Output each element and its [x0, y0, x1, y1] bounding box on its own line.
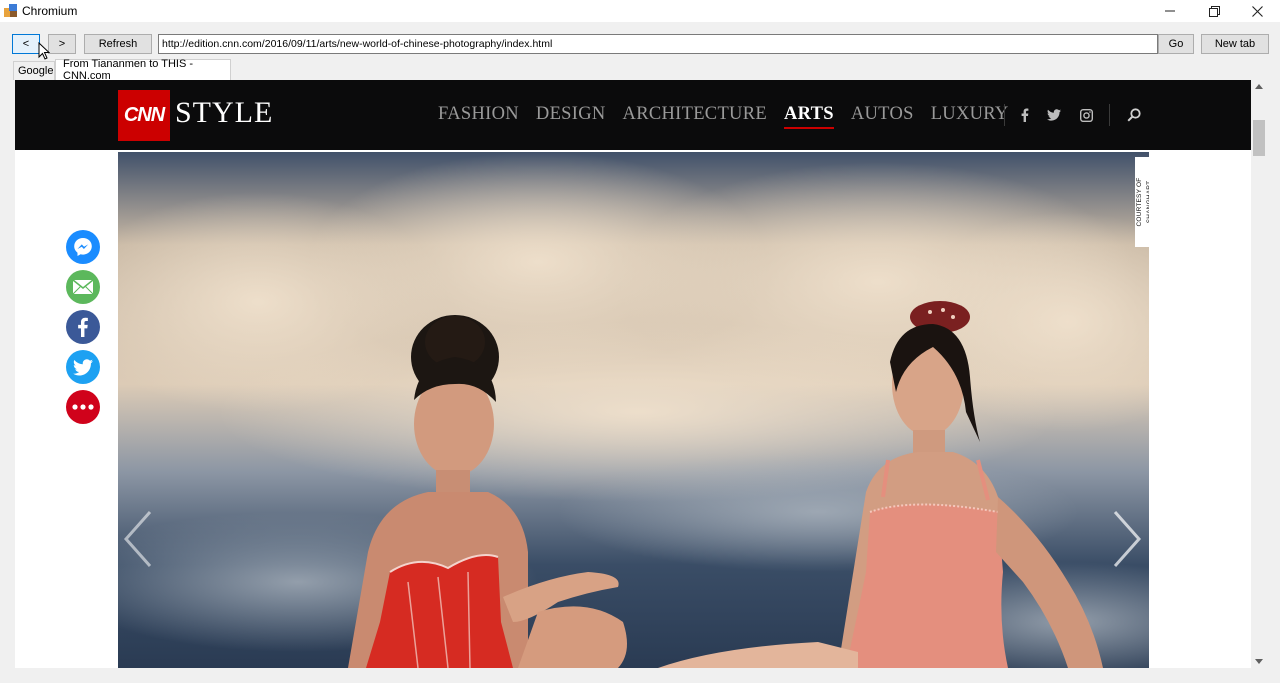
vertical-scrollbar[interactable]	[1251, 80, 1267, 668]
close-button[interactable]	[1237, 0, 1277, 22]
scrollbar-thumb[interactable]	[1253, 120, 1265, 156]
cnn-logo[interactable]: CNN	[118, 90, 170, 141]
new-tab-button[interactable]: New tab	[1201, 34, 1269, 54]
search-icon	[1127, 108, 1141, 122]
nav-architecture[interactable]: ARCHITECTURE	[623, 104, 767, 125]
window-title-bar: Chromium	[0, 0, 1280, 22]
tab-google[interactable]: Google	[13, 61, 55, 80]
scroll-down-icon[interactable]	[1255, 659, 1263, 664]
restore-icon	[1208, 5, 1220, 17]
facebook-icon	[78, 317, 88, 337]
image-credit: COURTESY OF SHANGHART	[1135, 154, 1149, 247]
restore-button[interactable]	[1194, 0, 1234, 22]
cnn-logo-text: CNN	[123, 104, 165, 126]
email-icon	[72, 279, 94, 295]
facebook-link[interactable]	[1015, 105, 1035, 125]
minimize-icon	[1165, 10, 1175, 12]
photo-two-women-clouds	[118, 152, 1149, 668]
nav-design[interactable]: DESIGN	[536, 104, 606, 125]
go-button[interactable]: Go	[1158, 34, 1194, 54]
site-header: CNN STYLE FASHION DESIGN ARCHITECTURE AR…	[15, 80, 1251, 150]
nav-luxury[interactable]: LUXURY	[931, 104, 1009, 125]
twitter-link[interactable]	[1044, 105, 1064, 125]
forward-button[interactable]: >	[48, 34, 76, 54]
messenger-share[interactable]	[66, 230, 100, 264]
section-nav: FASHION DESIGN ARCHITECTURE ARTS AUTOS L…	[438, 104, 1009, 129]
messenger-icon	[74, 238, 92, 256]
tab-cnn-article[interactable]: From Tiananmen to THIS - CNN.com	[55, 58, 231, 82]
twitter-icon	[73, 358, 93, 375]
search-button[interactable]	[1124, 105, 1144, 125]
nav-fashion[interactable]: FASHION	[438, 104, 519, 125]
style-brand[interactable]: STYLE	[175, 96, 273, 130]
nav-arts[interactable]: ARTS	[783, 104, 834, 129]
nav-divider	[1004, 104, 1005, 126]
web-content: CNN STYLE FASHION DESIGN ARCHITECTURE AR…	[15, 80, 1251, 668]
nav-divider	[1109, 104, 1110, 126]
email-share[interactable]	[66, 270, 100, 304]
facebook-icon	[1021, 108, 1029, 122]
gallery-image[interactable]: COURTESY OF SHANGHART	[118, 152, 1149, 668]
scroll-up-icon[interactable]	[1255, 84, 1263, 89]
twitter-share[interactable]	[66, 350, 100, 384]
app-icon	[4, 4, 17, 17]
close-icon	[1251, 5, 1263, 17]
refresh-button[interactable]: Refresh	[84, 34, 152, 54]
image-credit-text: COURTESY OF SHANGHART	[1135, 157, 1149, 247]
facebook-share[interactable]	[66, 310, 100, 344]
more-icon	[72, 404, 94, 410]
address-bar[interactable]: http://edition.cnn.com/2016/09/11/arts/n…	[158, 34, 1158, 54]
instagram-icon	[1079, 108, 1093, 122]
mouse-cursor-icon	[38, 42, 50, 60]
window-title: Chromium	[22, 4, 78, 18]
minimize-button[interactable]	[1150, 0, 1190, 22]
back-button[interactable]: <	[12, 34, 40, 54]
twitter-icon	[1047, 109, 1061, 121]
more-share[interactable]	[66, 390, 100, 424]
instagram-link[interactable]	[1076, 105, 1096, 125]
nav-autos[interactable]: AUTOS	[851, 104, 914, 125]
